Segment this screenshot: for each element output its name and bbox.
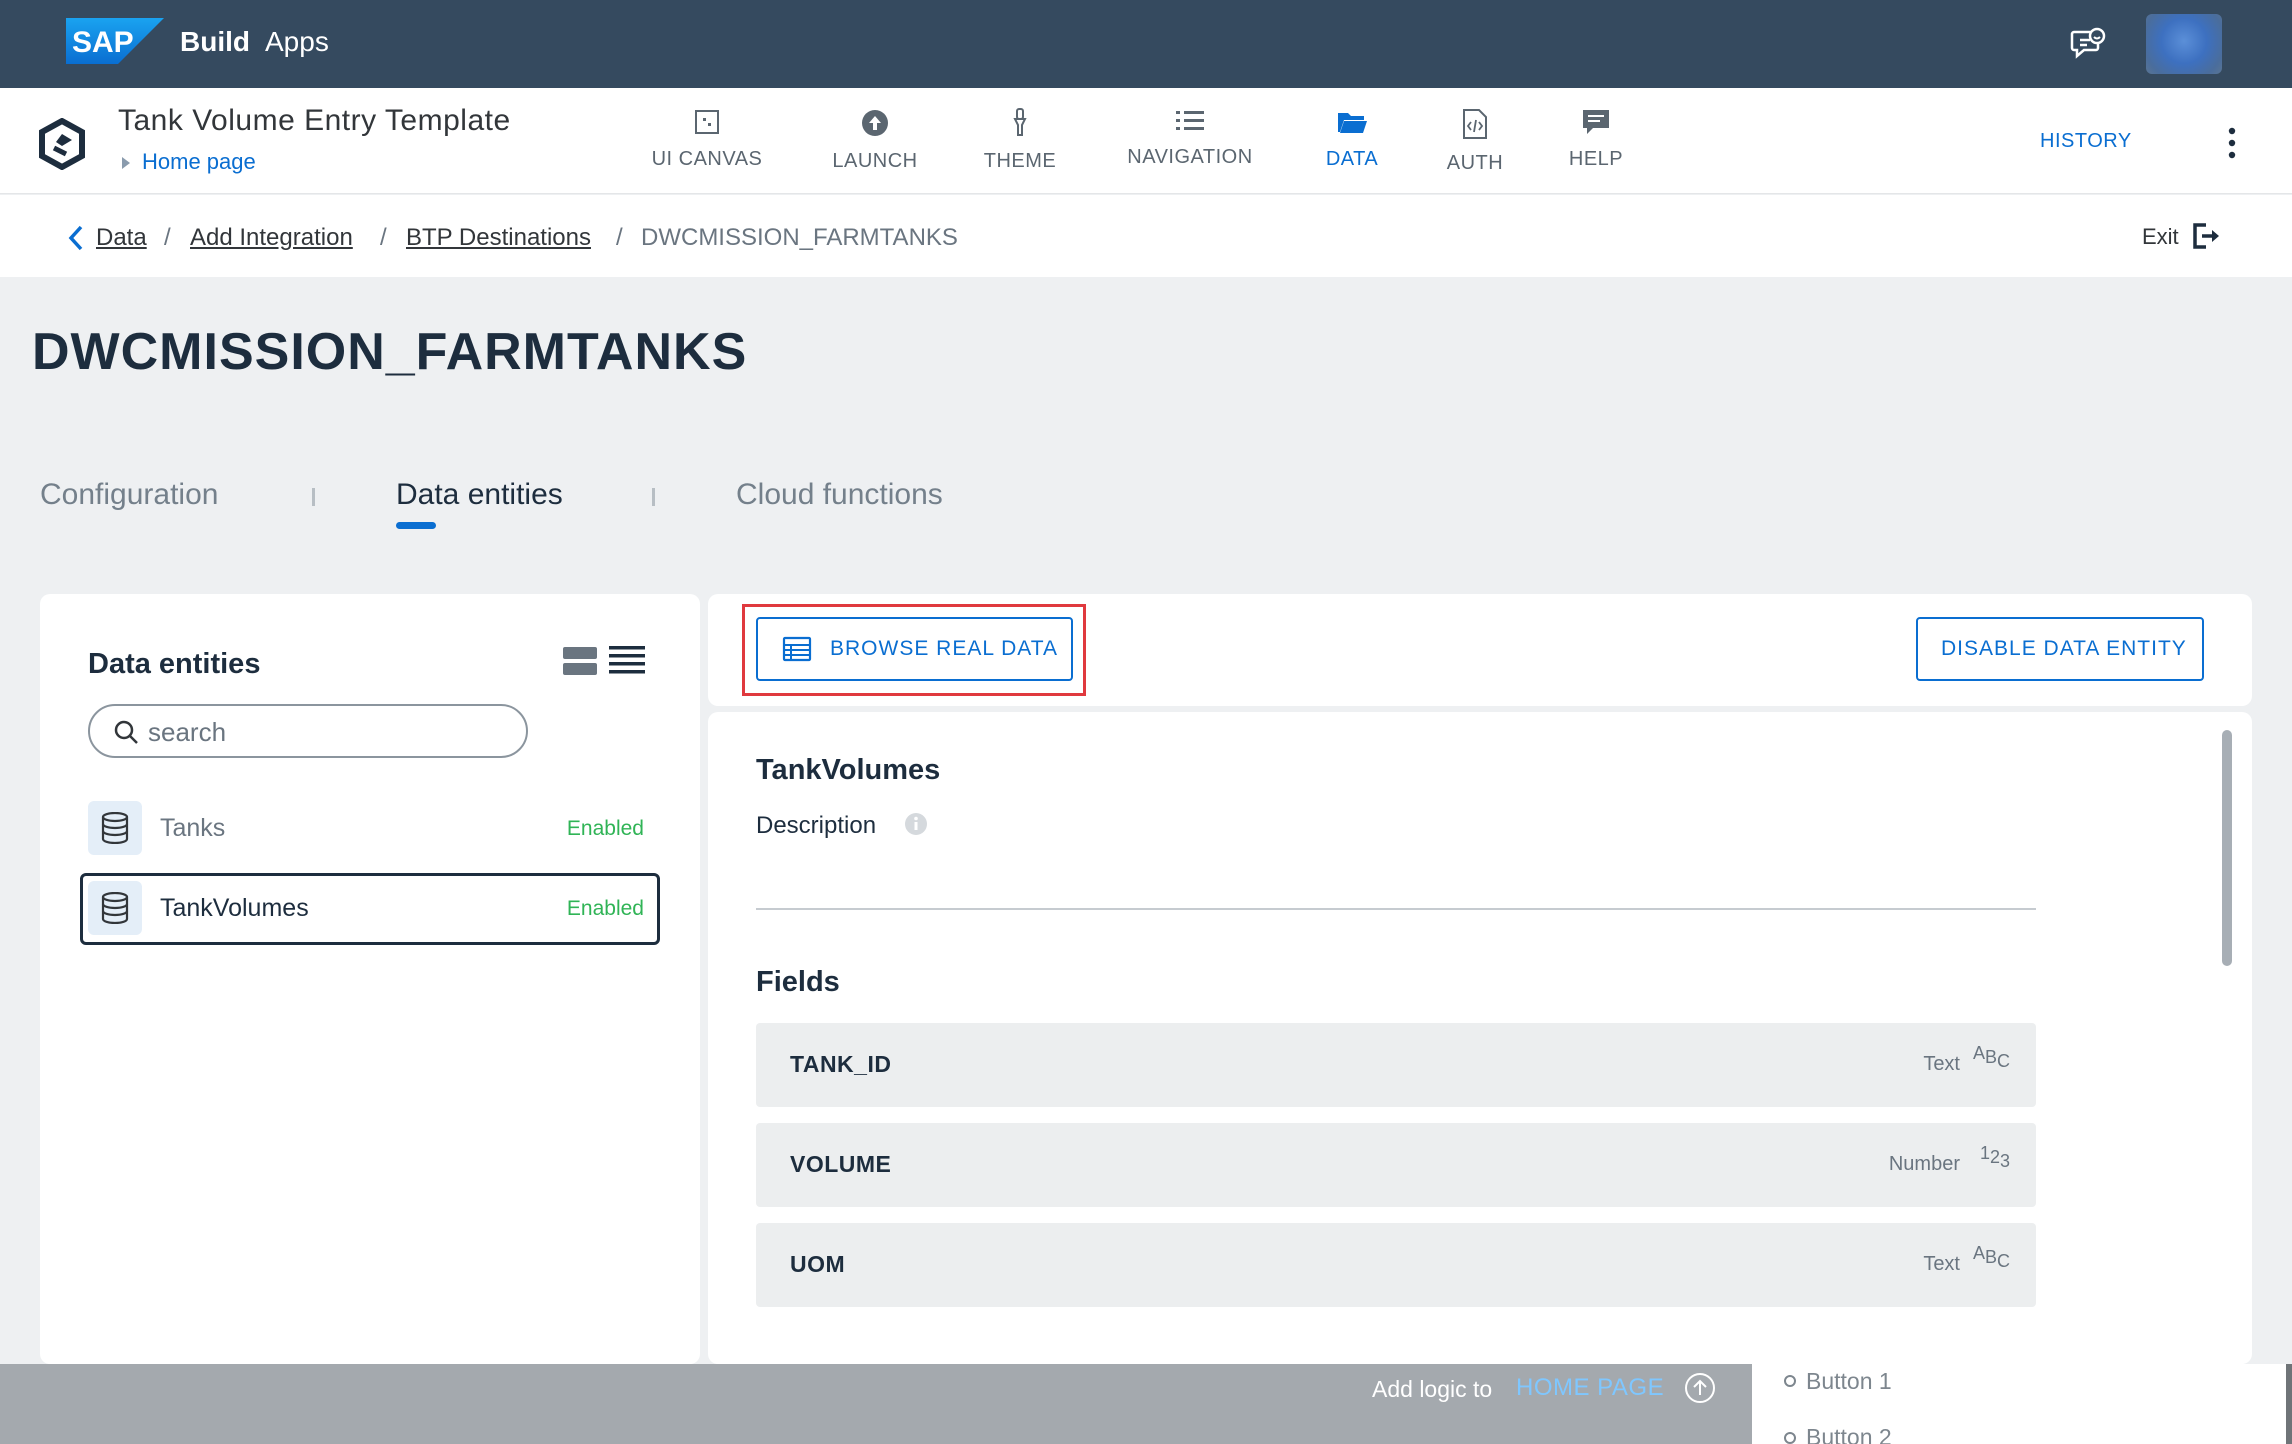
tree-node-icon (1784, 1432, 1796, 1444)
search-input[interactable] (148, 712, 508, 752)
active-tab-indicator (396, 522, 436, 529)
product-name-bold: Build (180, 26, 250, 57)
chevron-left-icon[interactable] (66, 224, 86, 252)
field-row-tank-id[interactable]: TANK_ID Text ABC (756, 1023, 2036, 1107)
theme-icon (1013, 108, 1027, 136)
entity-name: Tanks (160, 814, 226, 842)
panel-edge (2286, 1364, 2292, 1444)
sap-logo[interactable]: SAP (66, 18, 164, 64)
help-icon (1583, 110, 1609, 134)
more-vertical-icon[interactable] (2224, 126, 2240, 160)
nav-tab-label: THEME (983, 150, 1057, 172)
nav-tab-label: LAUNCH (832, 150, 918, 172)
tab-divider (652, 488, 655, 506)
tab-configuration[interactable]: Configuration (40, 478, 218, 512)
database-icon (88, 881, 142, 935)
exit-button[interactable]: Exit (2142, 224, 2179, 250)
breadcrumb-separator: / (616, 224, 623, 251)
ui-canvas-icon (695, 110, 719, 134)
field-name: UOM (790, 1251, 846, 1277)
field-name: TANK_ID (790, 1051, 892, 1077)
nav-tab-auth[interactable]: AUTH (1430, 100, 1520, 182)
text-type-icon: ABC (1972, 1043, 2010, 1071)
nav-tab-label: AUTH (1446, 152, 1504, 174)
tab-cloud-functions[interactable]: Cloud functions (736, 478, 943, 512)
breadcrumb-data[interactable]: Data (96, 224, 147, 252)
nav-tab-label: HELP (1568, 148, 1624, 170)
breadcrumb-btp-destinations[interactable]: BTP Destinations (406, 224, 591, 252)
entity-status-badge: Enabled (566, 897, 644, 920)
database-icon (88, 801, 142, 855)
nav-tab-label: UI CANVAS (651, 148, 763, 170)
breadcrumb-current: DWCMISSION_FARMTANKS (641, 224, 958, 251)
info-icon[interactable] (904, 812, 928, 836)
launch-icon (862, 110, 888, 136)
tab-divider (312, 488, 315, 506)
tree-item-button-2[interactable]: Button 2 (1806, 1424, 1892, 1444)
nav-tab-launch[interactable]: LAUNCH (812, 100, 938, 182)
svg-text:SAP: SAP (72, 26, 134, 59)
nav-tab-label: NAVIGATION (1127, 146, 1253, 168)
card-view-icon[interactable] (562, 646, 598, 676)
expand-up-icon[interactable] (1684, 1372, 1716, 1404)
page-title: DWCMISSION_FARMTANKS (32, 323, 748, 381)
list-view-icon[interactable] (608, 644, 646, 676)
tree-node-icon (1784, 1375, 1796, 1387)
entity-item-tanks[interactable]: Tanks Enabled (80, 793, 660, 865)
home-page-link[interactable]: HOME PAGE (1516, 1374, 1664, 1402)
field-type: Number (1888, 1153, 1960, 1175)
history-button[interactable]: HISTORY (2040, 130, 2132, 153)
entity-name: TankVolumes (160, 894, 309, 922)
product-name: Apps (265, 26, 329, 57)
nav-tab-help[interactable]: HELP (1550, 100, 1642, 182)
nav-tab-label: DATA (1325, 148, 1379, 170)
tab-data-entities[interactable]: Data entities (396, 478, 563, 512)
nav-tab-theme[interactable]: THEME (960, 100, 1080, 182)
section-divider (756, 908, 2036, 910)
caret-right-icon (122, 157, 130, 169)
field-row-uom[interactable]: UOM Text ABC (756, 1223, 2036, 1307)
field-name: VOLUME (790, 1151, 892, 1177)
field-type: Text (1923, 1053, 1960, 1075)
nav-tab-navigation[interactable]: NAVIGATION (1110, 100, 1270, 182)
feedback-icon[interactable] (2070, 26, 2106, 62)
user-avatar[interactable] (2146, 14, 2222, 74)
fields-heading: Fields (756, 966, 840, 998)
scrollbar-thumb[interactable] (2222, 730, 2232, 966)
field-row-volume[interactable]: VOLUME Number 123 (756, 1123, 2036, 1207)
field-type: Text (1923, 1253, 1960, 1275)
entity-details-title: TankVolumes (756, 754, 941, 786)
tree-item-button-1[interactable]: Button 1 (1806, 1368, 1892, 1395)
nav-tab-data[interactable]: DATA (1300, 100, 1404, 182)
page-selector-link[interactable]: Home page (142, 149, 256, 175)
description-label: Description (756, 812, 877, 839)
entity-item-tankvolumes[interactable]: TankVolumes Enabled (80, 873, 660, 945)
project-title: Tank Volume Entry Template (118, 104, 511, 137)
breadcrumb-separator: / (164, 224, 171, 251)
text-type-icon: ABC (1972, 1243, 2010, 1271)
table-icon (782, 636, 812, 662)
auth-icon (1463, 109, 1487, 139)
entities-panel-title: Data entities (88, 648, 261, 680)
navigation-icon (1176, 111, 1204, 130)
app-logo-icon[interactable] (36, 118, 88, 170)
entity-status-badge: Enabled (566, 817, 644, 840)
data-folder-icon (1338, 113, 1367, 133)
add-logic-label: Add logic to (1372, 1376, 1493, 1402)
nav-tab-ui-canvas[interactable]: UI CANVAS (632, 100, 782, 182)
breadcrumb-add-integration[interactable]: Add Integration (190, 224, 353, 252)
disable-data-entity-label: DISABLE DATA ENTITY (1941, 637, 2187, 660)
breadcrumb-separator: / (380, 224, 387, 251)
exit-icon[interactable] (2192, 222, 2222, 250)
search-icon (114, 720, 138, 744)
shell-bar (0, 0, 2292, 88)
browse-real-data-label: BROWSE REAL DATA (830, 637, 1058, 660)
number-type-icon: 123 (1979, 1143, 2010, 1171)
